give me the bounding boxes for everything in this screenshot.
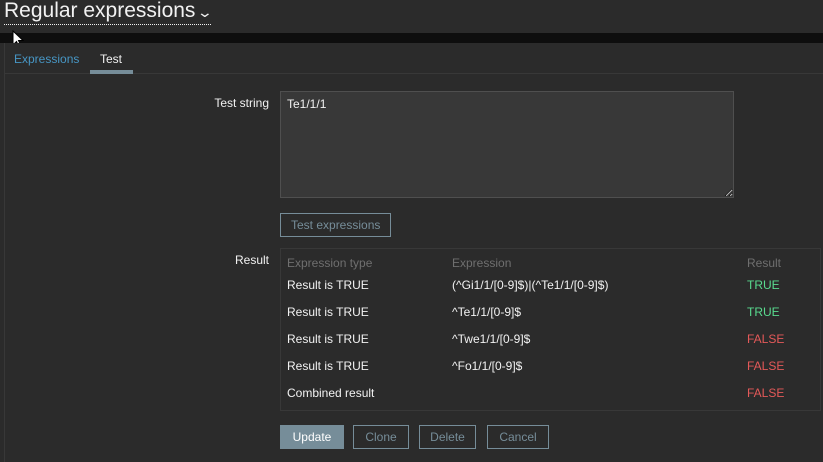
page-title-dropdown[interactable]: Regular expressions ⌄ [4,0,214,25]
result-table: Expression type Expression Result Result… [280,248,821,411]
update-button[interactable]: Update [280,425,344,449]
active-tab-indicator [90,70,133,74]
form-panel: Expressions Test Test string Te1/1/1 Tes… [4,43,823,462]
table-row: Result is TRUE ^Te1/1/[0-9]$ TRUE [287,305,817,321]
result-value: FALSE [747,359,785,373]
combined-result-label: Combined result [287,386,375,400]
expression: (^Gi1/1/[0-9]$)|(^Te1/1/[0-9]$) [452,278,609,292]
tab-test[interactable]: Test [100,52,122,66]
table-row: Result is TRUE (^Gi1/1/[0-9]$)|(^Te1/1/[… [287,278,817,294]
page-title: Regular expressions [4,0,196,22]
table-row: Result is TRUE ^Twe1/1/[0-9]$ FALSE [287,332,817,348]
expression-type: Result is TRUE [287,359,369,373]
cancel-button[interactable]: Cancel [487,425,549,449]
expression: ^Te1/1/[0-9]$ [452,305,522,319]
column-header-result: Result [747,256,782,270]
expression: ^Fo1/1/[0-9]$ [452,359,523,373]
combined-result-value: FALSE [747,386,785,400]
test-string-input[interactable]: Te1/1/1 [280,91,734,198]
chevron-down-icon: ⌄ [197,4,214,20]
expression-type: Result is TRUE [287,332,369,346]
expression: ^Twe1/1/[0-9]$ [452,332,531,346]
table-header: Expression type Expression Result [287,256,817,272]
tab-bar: Expressions Test [5,43,823,74]
expression-type: Result is TRUE [287,278,369,292]
test-string-label: Test string [214,96,269,110]
clone-button[interactable]: Clone [353,425,409,449]
result-label: Result [234,253,269,267]
tab-expressions[interactable]: Expressions [14,52,79,66]
test-expressions-button[interactable]: Test expressions [280,213,392,237]
column-header-type: Expression type [287,256,373,270]
header-divider [0,33,823,43]
result-value: FALSE [747,332,785,346]
result-value: TRUE [747,305,780,319]
table-row: Result is TRUE ^Fo1/1/[0-9]$ FALSE [287,359,817,375]
delete-button[interactable]: Delete [419,425,476,449]
column-header-expression: Expression [452,256,512,270]
result-value: TRUE [747,278,780,292]
expression-type: Result is TRUE [287,305,369,319]
combined-result-row: Combined result FALSE [287,386,817,402]
